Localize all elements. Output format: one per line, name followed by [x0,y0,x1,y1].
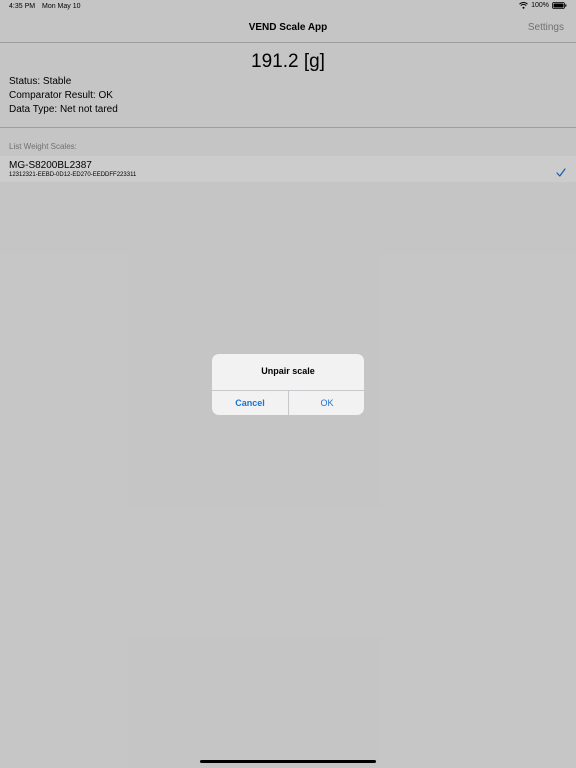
alert-title: Unpair scale [261,366,315,376]
cancel-button[interactable]: Cancel [212,391,288,415]
unpair-alert-dialog: Unpair scale Cancel OK [212,354,364,415]
ok-button[interactable]: OK [289,391,364,415]
